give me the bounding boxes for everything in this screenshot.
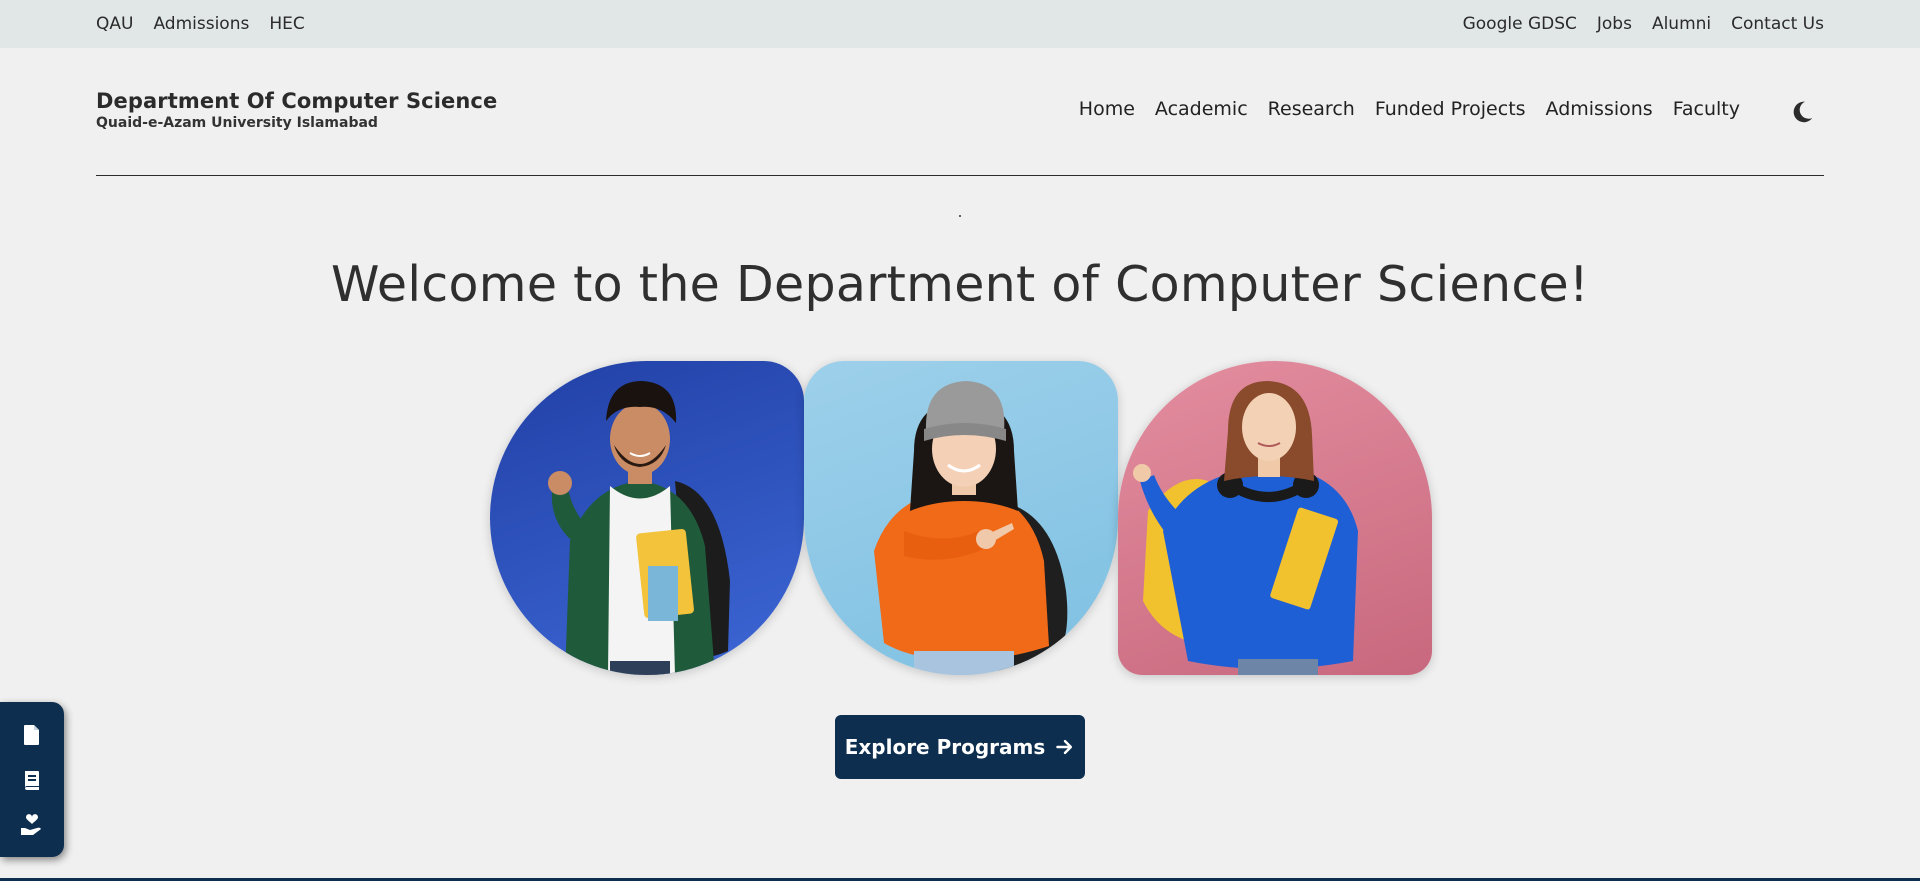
hero-title: Welcome to the Department of Computer Sc… [331,256,1589,313]
student-photos [490,361,1432,675]
nav-item-research[interactable]: Research [1268,98,1355,120]
student-photo-2 [804,361,1118,675]
utility-link-google-gdsc[interactable]: Google GDSC [1463,14,1577,34]
decorative-dot [959,215,961,217]
document-icon [24,724,39,745]
nav-item-admissions[interactable]: Admissions [1546,98,1653,120]
dock-document-button[interactable] [17,720,47,750]
nav-item-home[interactable]: Home [1079,98,1135,120]
hand-heart-icon [21,813,41,835]
utility-link-admissions[interactable]: Admissions [153,14,249,34]
utility-link-contact-us[interactable]: Contact Us [1731,14,1824,34]
floating-side-dock [0,702,64,857]
nav-item-academic[interactable]: Academic [1155,98,1248,120]
book-icon [25,770,39,790]
arrow-right-icon [1056,739,1073,755]
brand-title: Department Of Computer Science [96,89,498,113]
utility-link-hec[interactable]: HEC [269,14,304,34]
utility-links-right: Google GDSC Jobs Alumni Contact Us [1463,0,1824,48]
nav-item-faculty[interactable]: Faculty [1673,98,1740,120]
utility-link-qau[interactable]: QAU [96,14,133,34]
dock-book-button[interactable] [17,765,47,795]
explore-programs-button[interactable]: Explore Programs [835,715,1085,779]
dock-donate-button[interactable] [17,810,47,840]
main-nav: Home Academic Research Funded Projects A… [1079,98,1740,120]
student-figure-1 [548,381,730,675]
student-figure-3 [1133,381,1358,675]
utility-links-left: QAU Admissions HEC [96,0,305,48]
brand-subtitle: Quaid-e-Azam University Islamabad [96,115,378,131]
theme-toggle-button[interactable] [1788,98,1816,126]
header-divider [96,175,1824,176]
moon-icon [1793,101,1813,123]
student-photo-1 [490,361,804,675]
nav-item-funded-projects[interactable]: Funded Projects [1375,98,1526,120]
explore-programs-label: Explore Programs [844,735,1046,759]
top-utility-bar: QAU Admissions HEC Google GDSC Jobs Alum… [0,0,1920,48]
site-brand[interactable]: Department Of Computer Science Quaid-e-A… [96,89,497,131]
student-photo-3 [1118,361,1432,675]
utility-link-jobs[interactable]: Jobs [1597,14,1632,34]
student-figure-2 [874,381,1068,675]
utility-link-alumni[interactable]: Alumni [1652,14,1711,34]
